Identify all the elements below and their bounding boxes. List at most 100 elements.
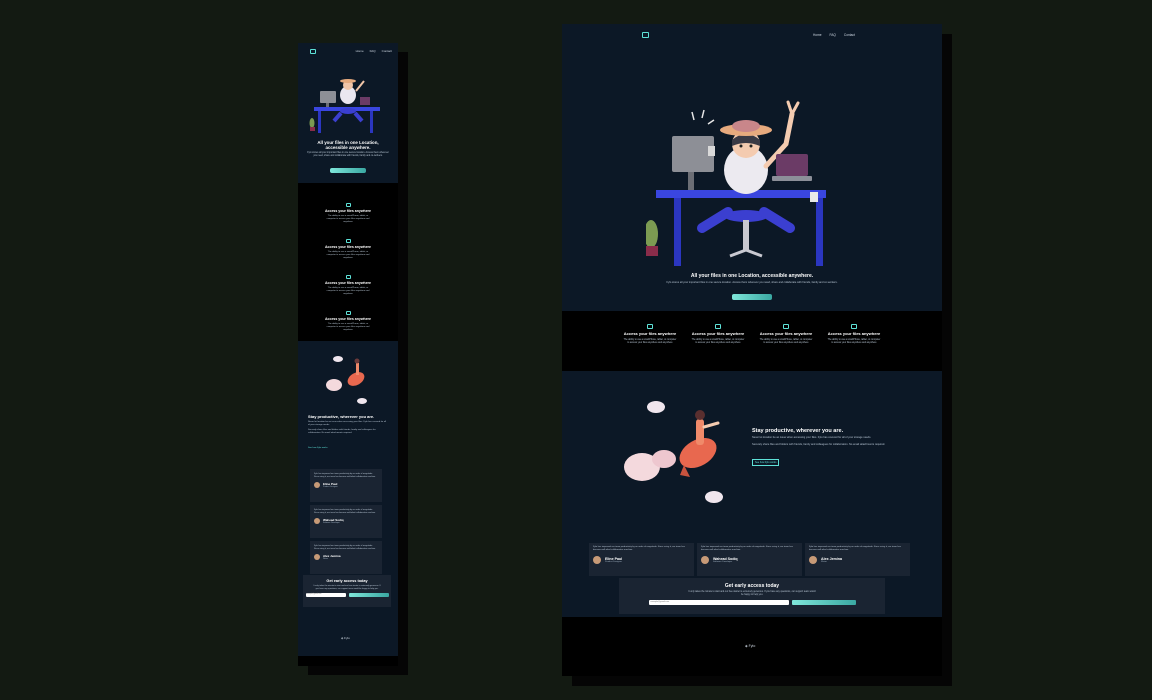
testimonial-role: Writer [323,557,329,560]
productive-title: Stay productive, wherever you are. [308,414,375,419]
productive-text-2: Securely share files and folders with fr… [308,429,376,435]
productive-text-1: Never let location be an issue when acce… [308,421,387,427]
avatar [314,517,320,524]
feature-text: The ability to use a smartPhone, tablet,… [759,338,813,344]
testimonial-role: Writer [821,561,827,564]
bookmark-icon [783,324,789,329]
nav-faq[interactable]: FAQ [830,33,836,37]
avatar [701,556,709,565]
cta-text: It only takes the minute to start and ou… [313,585,381,590]
productive-text-1: Never let location be an issue when acce… [752,436,872,439]
feature-title: Access your files anywhere [827,331,881,336]
chart-icon [345,239,351,243]
feature-item: Access your files anywhere The ability t… [298,203,398,224]
get-started-button[interactable] [791,600,856,606]
nav-home[interactable]: Home [813,33,822,37]
testimonial-role: Software Developer [323,521,340,524]
avatar [314,481,320,488]
desktop-cta-card: Get early access today It only takes the… [619,578,885,614]
testimonials-row: Fylo has improved our team productivity … [589,543,910,576]
testimonial-card: Fylo has improved our team productivity … [310,541,382,574]
feature-item: Access your files anywhere The ability t… [298,311,398,332]
feature-title: Access your files anywhere [325,245,371,249]
testimonial-quote: Fylo has improved our team productivity … [593,546,685,552]
feature-text: The ability to use a smartPhone, tablet,… [827,338,881,344]
nav-home[interactable]: Home [356,49,364,53]
testimonial-quote: Fylo has improved our team productivity … [809,546,901,552]
productive-text-2: Securely share files and folders with fr… [752,442,886,446]
nav-contact[interactable]: Contact [382,49,392,53]
see-how-link[interactable]: See how Fylo works [308,447,328,449]
desktop-hero: Home FAQ Contact All your files in one L… [562,24,942,311]
email-input[interactable]: example@gmail.com [305,592,346,597]
hero-title: All your files in one Location, accessib… [690,273,814,279]
feature-item: Access your files anywhere The ability t… [298,239,398,260]
mobile-productive-section: Stay productive, wherever you are. Never… [298,341,398,656]
feature-text: The ability to use a smartPhone, tablet,… [326,287,370,295]
nav-faq[interactable]: FAQ [370,49,376,53]
testimonial-quote: Fylo has improved our team productivity … [314,509,376,514]
rocket-illustration [624,401,723,503]
desktop-productive-section: Stay productive, wherever you are. Never… [562,371,942,617]
logo-icon[interactable] [310,49,316,54]
cta-text: It only takes the minute to start and ou… [688,591,816,597]
feature-item: Access your files anywhere The ability t… [298,275,398,296]
chart-icon [715,324,721,329]
testimonial-name: Wahead Sodiq [323,517,344,522]
feature-text: The ability to use a smartPhone, tablet,… [326,323,370,331]
mobile-mockup: Home FAQ Contact All your files in one L… [298,43,398,666]
testimonial-role: Product Designer [323,485,338,488]
cloud-icon [647,324,653,329]
box-icon [345,311,351,315]
feature-title: Access your files anywhere [325,317,371,321]
feature-text: The ability to use a smartPhone, tablet,… [691,338,745,344]
feature-item: Access your files anywhere The ability t… [827,324,882,345]
footer-logo-text: Fylo [344,636,350,640]
cta-title: Get early access today [326,579,368,583]
get-started-button[interactable] [732,294,772,300]
cta-title: Get early access today [724,583,780,589]
hero-text: Fylo stores all your important files in … [307,152,389,158]
feature-title: Access your files anywhere [325,209,371,213]
testimonial-quote: Fylo has improved our team productivity … [314,473,376,478]
get-started-button[interactable] [348,592,389,597]
nav-contact[interactable]: Contact [844,33,855,37]
testimonial-name: Eline Paul [323,481,338,486]
testimonial-role: Software Developer [713,561,733,564]
testimonial-card: Fylo has improved our team productivity … [310,469,382,502]
feature-text: The ability to use a smartPhone, tablet,… [623,338,677,344]
testimonial-role: Product Designer [605,561,622,564]
testimonial-card: Fylo has improved our team productivity … [310,505,382,538]
testimonial-card: Fylo has improved our team productivity … [805,543,910,576]
feature-title: Access your files anywhere [325,281,371,285]
desk-illustration [646,100,826,266]
feature-text: The ability to use a smartPhone, tablet,… [326,251,370,259]
features-row: Access your files anywhere The ability t… [562,324,942,345]
mobile-nav: Home FAQ Contact [356,49,392,53]
productive-text: Never let location be an issue when acce… [308,421,388,435]
feature-item: Access your files anywhere The ability t… [691,324,746,345]
avatar [809,556,817,565]
mobile-hero: Home FAQ Contact All your files in one L… [298,43,398,183]
logo-icon[interactable] [642,32,649,38]
testimonial-name: Alex Jemina [323,553,341,558]
rocket-illustration [326,356,367,404]
get-started-button[interactable] [330,168,366,173]
productive-text: Never let location be an issue when acce… [752,436,902,447]
bookmark-icon [345,275,351,279]
email-input[interactable]: example@gmail.com [648,600,789,606]
feature-title: Access your files anywhere [759,331,813,336]
feature-item: Access your files anywhere The ability t… [623,324,678,345]
hero-title: All your files in one Location, accessib… [317,140,379,151]
see-how-link[interactable]: See how Fylo works [752,459,780,466]
avatar [314,553,320,560]
desktop-nav: Home FAQ Contact [813,33,855,37]
productive-title: Stay productive, wherever you are. [752,428,844,434]
footer-logo[interactable]: ◈ Fylo [745,644,755,648]
feature-title: Access your files anywhere [623,331,677,336]
testimonial-quote: Fylo has improved our team productivity … [701,546,793,552]
cloud-icon [345,203,351,207]
footer-logo[interactable]: ◈ Fylo [341,636,350,640]
feature-text: The ability to use a smartPhone, tablet,… [326,215,370,223]
feature-title: Access your files anywhere [691,331,745,336]
